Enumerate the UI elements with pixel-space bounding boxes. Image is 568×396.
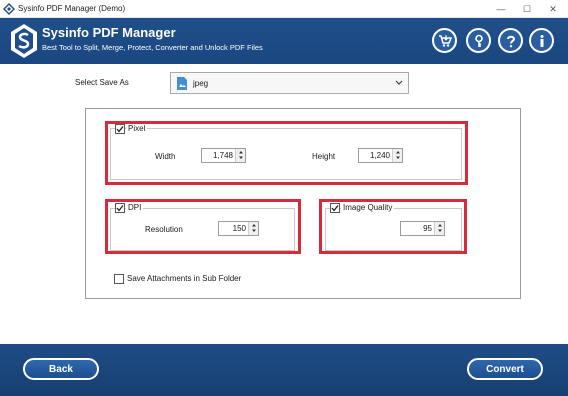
image-quality-spinner[interactable]: 95: [400, 221, 445, 236]
image-quality-spinner-arrows[interactable]: [434, 222, 444, 235]
cart-icon: [438, 34, 452, 47]
about-button[interactable]: [529, 28, 554, 53]
image-quality-value: 95: [423, 224, 432, 233]
minimize-icon: —: [496, 4, 506, 14]
app-header: Sysinfo PDF Manager Best Tool to Split, …: [0, 18, 568, 64]
spin-down-icon[interactable]: [437, 228, 443, 234]
key-icon: [474, 34, 483, 47]
height-spinner[interactable]: 1,240: [358, 148, 403, 163]
app-icon: [3, 3, 15, 15]
tagline: Best Tool to Split, Merge, Protect, Conv…: [42, 43, 263, 52]
spin-down-icon[interactable]: [251, 228, 257, 234]
spin-down-icon[interactable]: [395, 155, 401, 161]
save-as-label: Select Save As: [75, 78, 129, 87]
info-icon: [540, 34, 543, 47]
image-quality-label: Image Quality: [341, 203, 395, 212]
checkmark-icon: [116, 205, 124, 212]
attachments-label: Save Attachments in Sub Folder: [127, 274, 242, 283]
close-button[interactable]: ✕: [540, 0, 566, 18]
height-spinner-arrows[interactable]: [392, 149, 402, 162]
pixel-checkbox[interactable]: [115, 124, 125, 134]
checkmark-icon: [331, 205, 339, 212]
brand-name: Sysinfo PDF Manager: [42, 25, 176, 40]
height-label: Height: [312, 152, 336, 161]
close-icon: ✕: [549, 3, 557, 14]
resolution-spinner-arrows[interactable]: [248, 222, 258, 235]
dpi-label: DPI: [126, 203, 144, 212]
back-button[interactable]: Back: [23, 358, 99, 380]
help-button[interactable]: [498, 28, 523, 53]
spin-down-icon[interactable]: [238, 155, 244, 161]
width-label: Width: [155, 152, 176, 161]
width-spinner[interactable]: 1,748: [201, 148, 246, 163]
height-value: 1,240: [369, 151, 390, 160]
maximize-button[interactable]: ☐: [514, 0, 540, 18]
resolution-label: Resolution: [145, 225, 183, 234]
width-value: 1,748: [212, 151, 233, 160]
sysinfo-logo: [11, 24, 37, 58]
window-title: Sysinfo PDF Manager (Demo): [18, 4, 126, 13]
convert-button[interactable]: Convert: [467, 358, 543, 380]
footer-bar: Back Convert: [0, 344, 568, 396]
image-quality-checkbox[interactable]: [330, 203, 340, 213]
maximize-icon: ☐: [522, 3, 532, 14]
width-spinner-arrows[interactable]: [235, 149, 245, 162]
jpeg-file-icon: [177, 77, 187, 90]
buy-button[interactable]: [432, 28, 457, 53]
resolution-spinner[interactable]: 150: [218, 221, 259, 236]
checkmark-icon: [116, 126, 124, 133]
pixel-label: Pixel: [126, 124, 148, 133]
dpi-checkbox[interactable]: [115, 203, 125, 213]
activate-button[interactable]: [466, 28, 491, 53]
chevron-down-icon: [395, 80, 403, 85]
minimize-button[interactable]: —: [488, 0, 514, 18]
attachments-checkbox[interactable]: [114, 274, 124, 284]
resolution-value: 150: [232, 224, 246, 233]
help-icon: [506, 35, 515, 47]
title-bar: Sysinfo PDF Manager (Demo) — ☐ ✕: [0, 0, 568, 18]
save-as-value: jpeg: [193, 79, 209, 88]
save-as-dropdown[interactable]: jpeg: [170, 72, 409, 94]
